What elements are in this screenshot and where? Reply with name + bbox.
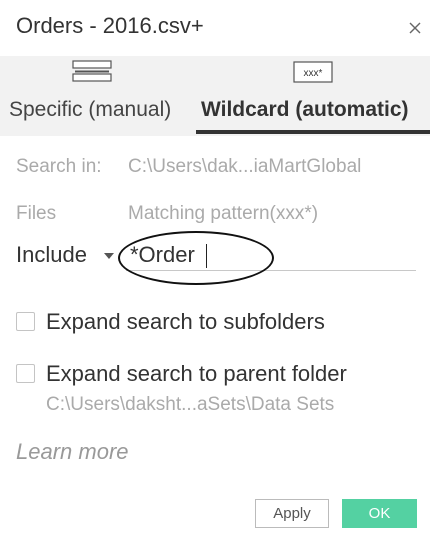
dialog-title: Orders - 2016.csv+ bbox=[16, 13, 204, 38]
wildcard-icon-text: xxx* bbox=[304, 68, 323, 79]
ok-button[interactable]: OK bbox=[342, 499, 417, 528]
text-caret bbox=[206, 244, 207, 268]
parent-folder-path: C:\Users\daksht...aSets\Data Sets bbox=[46, 394, 335, 415]
dropdown-arrow-icon bbox=[104, 253, 114, 259]
apply-button[interactable]: Apply bbox=[255, 499, 329, 528]
pattern-input[interactable]: *Order bbox=[126, 240, 416, 271]
search-in-path: C:\Users\dak...iaMartGlobal bbox=[128, 156, 362, 177]
list-icon bbox=[72, 60, 112, 89]
subfolders-checkbox[interactable] bbox=[16, 312, 35, 331]
wildcard-pattern-icon: xxx* bbox=[293, 60, 333, 89]
tab-specific-manual[interactable]: Specific (manual) bbox=[0, 56, 196, 136]
selected-tab-indicator bbox=[196, 130, 430, 134]
tab-specific-label: Specific (manual) bbox=[9, 98, 172, 121]
search-in-label: Search in: bbox=[16, 156, 102, 177]
matching-pattern-hint: Matching pattern(xxx*) bbox=[128, 203, 319, 224]
subfolders-label: Expand search to subfolders bbox=[46, 309, 325, 334]
files-label: Files bbox=[16, 203, 57, 224]
parent-folder-label: Expand search to parent folder bbox=[46, 361, 347, 386]
tab-wildcard-label: Wildcard (automatic) bbox=[201, 98, 409, 121]
learn-more-link[interactable]: Learn more bbox=[16, 439, 129, 465]
close-icon[interactable] bbox=[404, 17, 426, 39]
parent-folder-checkbox[interactable] bbox=[16, 364, 35, 383]
include-exclude-dropdown[interactable]: Include bbox=[16, 240, 120, 270]
mode-tab-bar: Specific (manual) xxx* Wildcard (automat… bbox=[0, 56, 430, 136]
dialog-titlebar: Orders - 2016.csv+ bbox=[0, 0, 430, 56]
include-dropdown-value: Include bbox=[16, 242, 87, 267]
tab-wildcard-automatic[interactable]: xxx* Wildcard (automatic) bbox=[196, 56, 430, 136]
pattern-input-value: *Order bbox=[130, 242, 195, 267]
